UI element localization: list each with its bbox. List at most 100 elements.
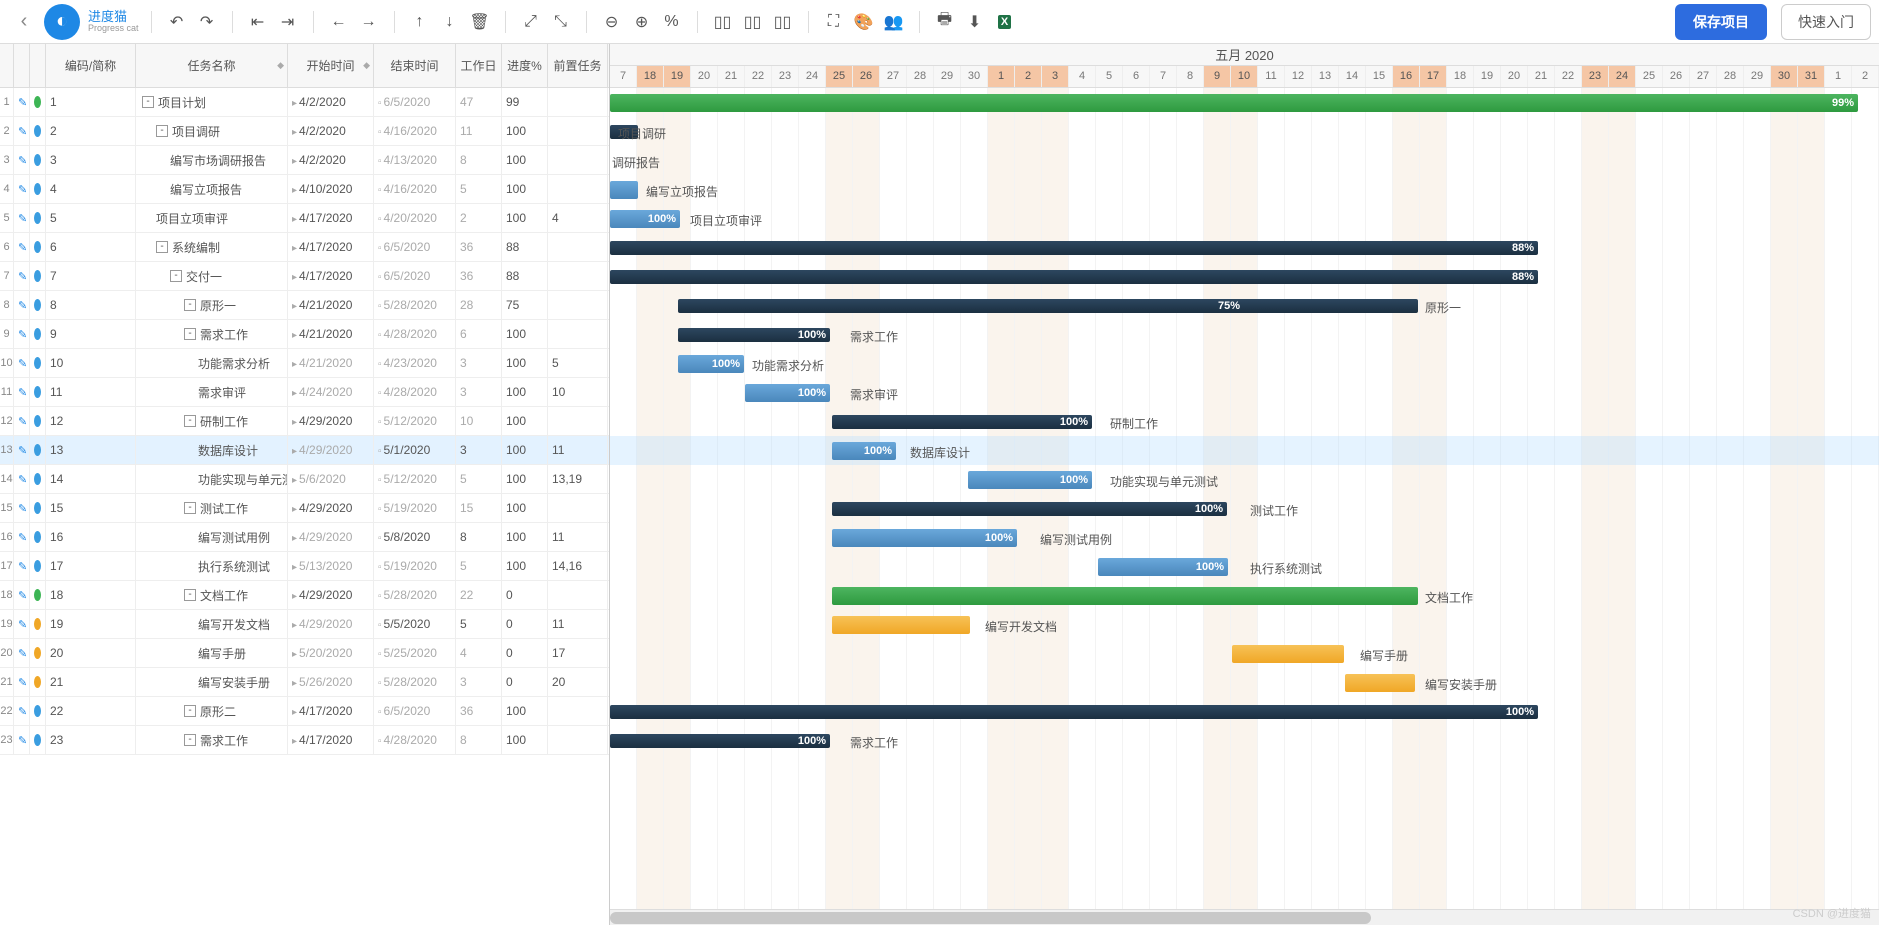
cell-code[interactable]: 7	[46, 262, 136, 290]
cell-end[interactable]: 4/28/2020	[374, 726, 456, 754]
gantt-row[interactable]: 75%原形一	[610, 291, 1879, 320]
cell-dep[interactable]	[548, 291, 608, 319]
edit-icon[interactable]	[14, 407, 30, 435]
cell-end[interactable]: 5/28/2020	[374, 668, 456, 696]
cell-days[interactable]: 15	[456, 494, 502, 522]
cell-start[interactable]: 4/29/2020	[288, 610, 374, 638]
table-row[interactable]: 1919编写开发文档4/29/20205/5/20205011	[0, 610, 609, 639]
cell-start[interactable]: 4/17/2020	[288, 204, 374, 232]
table-row[interactable]: 99-需求工作4/21/20204/28/20206100	[0, 320, 609, 349]
cell-code[interactable]: 22	[46, 697, 136, 725]
cell-start[interactable]: 4/2/2020	[288, 146, 374, 174]
gantt-bar[interactable]: 100%	[610, 210, 680, 228]
col-dep[interactable]: 前置任务	[548, 44, 608, 87]
gantt-bar[interactable]	[832, 616, 970, 634]
edit-icon[interactable]	[14, 291, 30, 319]
cell-code[interactable]: 15	[46, 494, 136, 522]
cell-progress[interactable]: 88	[502, 233, 548, 261]
cell-dep[interactable]: 14,16	[548, 552, 608, 580]
table-row[interactable]: 2020编写手册5/20/20205/25/20204017	[0, 639, 609, 668]
cell-end[interactable]: 5/28/2020	[374, 581, 456, 609]
cell-start[interactable]: 4/17/2020	[288, 262, 374, 290]
cell-start[interactable]: 4/29/2020	[288, 494, 374, 522]
gantt-bar[interactable]: 99%	[610, 94, 1858, 112]
users-icon[interactable]: 👥	[881, 9, 907, 35]
delete-icon[interactable]: 🗑	[467, 9, 493, 35]
cell-dep[interactable]: 11	[548, 523, 608, 551]
cell-days[interactable]: 3	[456, 436, 502, 464]
table-row[interactable]: 11-项目计划4/2/20206/5/20204799	[0, 88, 609, 117]
view-left-icon[interactable]: ▯▯	[710, 9, 736, 35]
cell-dep[interactable]: 11	[548, 436, 608, 464]
cell-days[interactable]: 8	[456, 146, 502, 174]
table-row[interactable]: 2323-需求工作4/17/20204/28/20208100	[0, 726, 609, 755]
gantt-bar[interactable]: 100%	[832, 502, 1227, 516]
col-name[interactable]: 任务名称◆	[136, 44, 288, 87]
cell-days[interactable]: 3	[456, 378, 502, 406]
table-row[interactable]: 2121编写安装手册5/26/20205/28/20203020	[0, 668, 609, 697]
table-row[interactable]: 1515-测试工作4/29/20205/19/202015100	[0, 494, 609, 523]
table-row[interactable]: 1414功能实现与单元测试5/6/20205/12/2020510013,19	[0, 465, 609, 494]
cell-progress[interactable]: 100	[502, 378, 548, 406]
cell-progress[interactable]: 100	[502, 175, 548, 203]
cell-progress[interactable]: 88	[502, 262, 548, 290]
gantt-row[interactable]: 100%	[610, 697, 1879, 726]
view-split-icon[interactable]: ▯▯	[740, 9, 766, 35]
cell-days[interactable]: 47	[456, 88, 502, 116]
edit-icon[interactable]	[14, 726, 30, 754]
cell-days[interactable]: 28	[456, 291, 502, 319]
table-row[interactable]: 1212-研制工作4/29/20205/12/202010100	[0, 407, 609, 436]
expand-all-icon[interactable]: ⤢	[518, 9, 544, 35]
cell-name[interactable]: 需求审评	[136, 378, 288, 406]
cell-progress[interactable]: 100	[502, 523, 548, 551]
tree-toggle-icon[interactable]: -	[184, 734, 196, 746]
cell-days[interactable]: 4	[456, 639, 502, 667]
tree-toggle-icon[interactable]: -	[170, 270, 182, 282]
cell-name[interactable]: -需求工作	[136, 726, 288, 754]
edit-icon[interactable]	[14, 378, 30, 406]
gantt-bar[interactable]: 100%	[610, 705, 1538, 719]
table-row[interactable]: 44编写立项报告4/10/20204/16/20205100	[0, 175, 609, 204]
table-row[interactable]: 1818-文档工作4/29/20205/28/2020220	[0, 581, 609, 610]
cell-days[interactable]: 36	[456, 233, 502, 261]
tree-toggle-icon[interactable]: -	[184, 589, 196, 601]
cell-days[interactable]: 3	[456, 668, 502, 696]
edit-icon[interactable]	[14, 204, 30, 232]
cell-start[interactable]: 4/21/2020	[288, 349, 374, 377]
tree-toggle-icon[interactable]: -	[184, 705, 196, 717]
gantt-row[interactable]: 100%数据库设计	[610, 436, 1879, 465]
cell-start[interactable]: 4/29/2020	[288, 581, 374, 609]
cell-name[interactable]: -交付一	[136, 262, 288, 290]
gantt-row[interactable]: 100%编写测试用例	[610, 523, 1879, 552]
cell-end[interactable]: 6/5/2020	[374, 233, 456, 261]
gantt-row[interactable]: 文档工作	[610, 581, 1879, 610]
cell-dep[interactable]	[548, 175, 608, 203]
cell-name[interactable]: 编写市场调研报告	[136, 146, 288, 174]
table-row[interactable]: 77-交付一4/17/20206/5/20203688	[0, 262, 609, 291]
cell-code[interactable]: 5	[46, 204, 136, 232]
gantt-bar[interactable]: 75%	[678, 299, 1418, 313]
table-row[interactable]: 2222-原形二4/17/20206/5/202036100	[0, 697, 609, 726]
cell-end[interactable]: 5/8/2020	[374, 523, 456, 551]
cell-progress[interactable]: 100	[502, 436, 548, 464]
cell-progress[interactable]: 0	[502, 610, 548, 638]
cell-code[interactable]: 23	[46, 726, 136, 754]
cell-start[interactable]: 4/2/2020	[288, 88, 374, 116]
cell-name[interactable]: 编写手册	[136, 639, 288, 667]
gantt-row[interactable]: 100%功能实现与单元测试	[610, 465, 1879, 494]
cell-end[interactable]: 4/28/2020	[374, 378, 456, 406]
edit-icon[interactable]	[14, 581, 30, 609]
gantt-row[interactable]: 编写开发文档	[610, 610, 1879, 639]
edit-icon[interactable]	[14, 552, 30, 580]
h-scrollbar[interactable]	[610, 909, 1879, 925]
cell-start[interactable]: 4/29/2020	[288, 523, 374, 551]
cell-progress[interactable]: 100	[502, 320, 548, 348]
cell-start[interactable]: 4/24/2020	[288, 378, 374, 406]
grid-body[interactable]: 11-项目计划4/2/20206/5/2020479922-项目调研4/2/20…	[0, 88, 609, 925]
tree-toggle-icon[interactable]: -	[156, 125, 168, 137]
tree-toggle-icon[interactable]: -	[184, 502, 196, 514]
cell-dep[interactable]	[548, 494, 608, 522]
cell-end[interactable]: 5/12/2020	[374, 407, 456, 435]
save-button[interactable]: 保存项目	[1675, 4, 1767, 40]
cell-name[interactable]: -原形一	[136, 291, 288, 319]
